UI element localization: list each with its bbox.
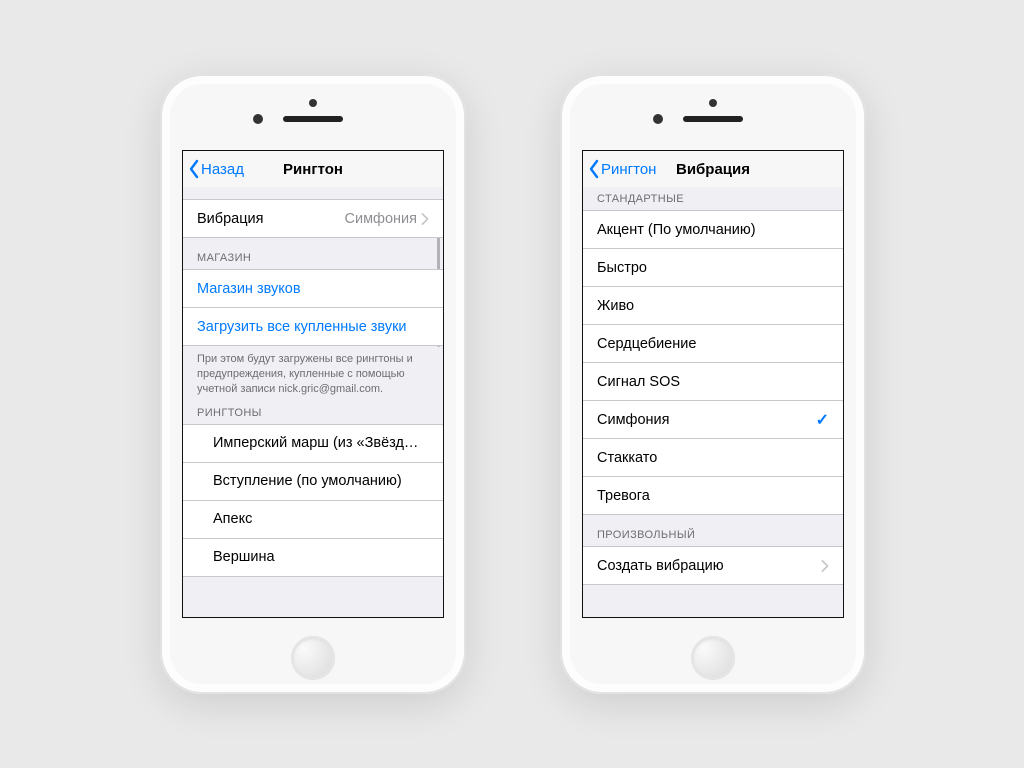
- device-frame-right: Рингтон Вибрация СТАНДАРТНЫЕ Акцент (По …: [560, 74, 866, 694]
- tone-store-link[interactable]: Магазин звуков: [183, 269, 443, 307]
- vibration-option-row[interactable]: Сигнал SOS: [583, 362, 843, 400]
- back-button[interactable]: Рингтон: [583, 159, 656, 179]
- vibration-row[interactable]: Вибрация Симфония: [183, 199, 443, 238]
- chevron-left-icon: [187, 159, 201, 179]
- navbar: Назад Рингтон: [183, 151, 443, 188]
- create-vibration-row[interactable]: Создать вибрацию: [583, 546, 843, 585]
- create-vibration-label: Создать вибрацию: [597, 558, 724, 574]
- screen-ringtone: Назад Рингтон Вибрация Симфония МАГАЗИН: [182, 150, 444, 618]
- ringtone-row[interactable]: Апекс: [183, 500, 443, 538]
- vibration-option-row[interactable]: Быстро: [583, 248, 843, 286]
- checkmark-icon: ✓: [816, 410, 829, 430]
- vibration-option-label: Сердцебиение: [597, 336, 696, 352]
- ringtone-list: Имперский марш (из «Звёзд… Вступление (по…: [183, 424, 443, 577]
- device-frame-left: Назад Рингтон Вибрация Симфония МАГАЗИН: [160, 74, 466, 694]
- vibration-value: Симфония: [345, 211, 418, 227]
- vibration-option-label: Стаккато: [597, 450, 657, 466]
- ringtone-label: Вершина: [213, 549, 275, 565]
- navbar: Рингтон Вибрация: [583, 151, 843, 188]
- ringtone-label: Апекс: [213, 511, 252, 527]
- vibration-option-label: Тревога: [597, 488, 650, 504]
- sensor-dot: [309, 99, 317, 107]
- chevron-right-icon: [421, 213, 429, 225]
- back-label: Рингтон: [601, 161, 656, 178]
- vibration-option-label: Живо: [597, 298, 634, 314]
- screen-vibration: Рингтон Вибрация СТАНДАРТНЫЕ Акцент (По …: [582, 150, 844, 618]
- vibration-option-row[interactable]: Стаккато: [583, 438, 843, 476]
- vibration-option-row[interactable]: Живо: [583, 286, 843, 324]
- standard-list: Акцент (По умолчанию) Быстро Живо Сердцебие…: [583, 210, 843, 515]
- earpiece-speaker: [283, 116, 343, 122]
- vibration-option-row[interactable]: Акцент (По умолчанию): [583, 210, 843, 248]
- vibration-option-label: Акцент (По умолчанию): [597, 222, 756, 238]
- standard-header: СТАНДАРТНЫЕ: [583, 187, 843, 210]
- back-label: Назад: [201, 161, 244, 178]
- chevron-left-icon: [587, 159, 601, 179]
- earpiece-speaker: [683, 116, 743, 122]
- ringtones-header: РИНГТОНЫ: [183, 401, 443, 424]
- download-all-link[interactable]: Загрузить все купленные звуки: [183, 307, 443, 346]
- vibration-option-row[interactable]: Сердцебиение: [583, 324, 843, 362]
- content-ringtone: Вибрация Симфония МАГАЗИН Магазин звуков…: [183, 187, 443, 617]
- home-button[interactable]: [291, 636, 335, 680]
- tone-store-label: Магазин звуков: [197, 281, 301, 297]
- back-button[interactable]: Назад: [183, 159, 244, 179]
- vibration-option-row[interactable]: Тревога: [583, 476, 843, 515]
- vibration-option-label: Быстро: [597, 260, 647, 276]
- vibration-label: Вибрация: [197, 211, 263, 227]
- front-camera: [253, 114, 263, 124]
- ringtone-label: Вступление (по умолчанию): [213, 473, 402, 489]
- ringtone-row[interactable]: Вершина: [183, 538, 443, 577]
- ringtone-row[interactable]: Имперский марш (из «Звёзд…: [183, 424, 443, 462]
- vibration-option-label: Сигнал SOS: [597, 374, 680, 390]
- custom-header: ПРОИЗВОЛЬНЫЙ: [583, 515, 843, 546]
- vibration-option-row[interactable]: Симфония ✓: [583, 400, 843, 438]
- ringtone-label: Имперский марш (из «Звёзд…: [213, 435, 418, 451]
- store-footer: При этом будут загружены все рингтоны и …: [183, 346, 443, 401]
- chevron-right-icon: [821, 560, 829, 572]
- store-header: МАГАЗИН: [183, 238, 443, 269]
- front-camera: [653, 114, 663, 124]
- sensor-dot: [709, 99, 717, 107]
- content-vibration: СТАНДАРТНЫЕ Акцент (По умолчанию) Быстро Ж…: [583, 187, 843, 617]
- ringtone-row[interactable]: Вступление (по умолчанию): [183, 462, 443, 500]
- download-all-label: Загрузить все купленные звуки: [197, 319, 407, 335]
- vibration-option-label: Симфония: [597, 412, 670, 428]
- home-button[interactable]: [691, 636, 735, 680]
